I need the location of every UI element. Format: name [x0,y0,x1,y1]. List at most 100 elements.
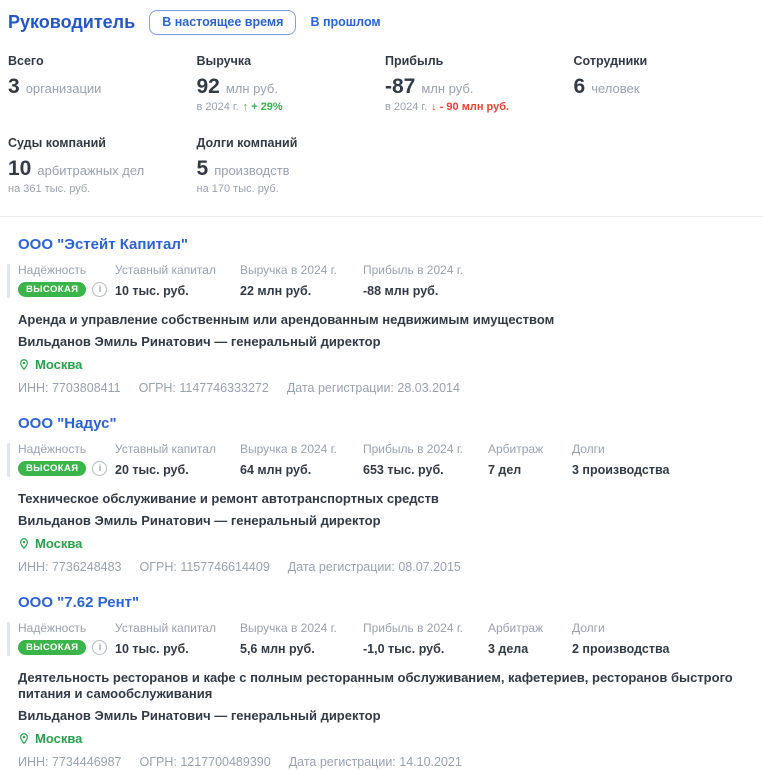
arbitration-column: Арбитраж 3 дела [488,621,572,657]
profit-column: Прибыль в 2024 г. -88 млн руб. [363,263,488,299]
header: Руководитель В настоящее время В прошлом [8,10,755,35]
stat-value-row: 5 производств [197,159,386,179]
stat-unit: человек [591,81,639,96]
stat-value-row: 6 человек [574,77,763,97]
city-label: Москва [35,536,82,552]
stat-value: 92 [197,77,220,97]
capital-column: Уставный капитал 10 тыс. руб. [115,621,240,657]
inn-value: ИНН: 7734446987 [18,755,122,770]
column-value: 2 производства [572,642,755,657]
stat-total: Всего 3 организации [8,54,197,114]
company-card: ООО "Надус" Надёжность ВЫСОКАЯ i Уставны… [8,414,755,575]
column-value: 10 тыс. руб. [115,642,240,657]
company-meta: ИНН: 7734446987 ОГРН: 1217700489390 Дата… [18,755,755,770]
column-label: Арбитраж [488,621,572,635]
stat-value-row: -87 млн руб. [385,77,574,97]
stat-profit: Прибыль -87 млн руб. в 2024 г. ↓ - 90 мл… [385,54,574,114]
company-name-link[interactable]: ООО "Эстейт Капитал" [18,235,188,254]
stat-value: 3 [8,77,20,97]
column-label: Выручка в 2024 г. [240,621,363,635]
company-meta: ИНН: 7736248483 ОГРН: 1157746614409 Дата… [18,560,755,575]
filter-past-link[interactable]: В прошлом [310,15,380,29]
capital-column: Уставный капитал 10 тыс. руб. [115,263,240,299]
location-pin-icon [18,732,30,745]
location-pin-icon [18,358,30,371]
column-label: Прибыль в 2024 г. [363,442,488,456]
company-location-link[interactable]: Москва [18,357,82,373]
person-text: Вильданов Эмиль Ринатович — генеральный … [18,334,755,350]
column-label: Прибыль в 2024 г. [363,621,488,635]
stat-unit: млн руб. [226,81,278,96]
inn-value: ИНН: 7703808411 [18,381,121,396]
column-value: 7 дел [488,463,572,478]
column-label: Уставный капитал [115,263,240,277]
column-value: -88 млн руб. [363,284,488,299]
stat-value: 10 [8,159,31,179]
company-location-link[interactable]: Москва [18,536,82,552]
stat-sum: на 361 тыс. руб. [8,183,197,196]
location-pin-icon [18,537,30,550]
reliability-column: Надёжность ВЫСОКАЯ i [18,263,115,299]
ogrn-value: ОГРН: 1157746614409 [140,560,270,575]
stat-employees: Сотрудники 6 человек [574,54,763,114]
column-label: Прибыль в 2024 г. [363,263,488,277]
column-label: Надёжность [18,263,115,277]
activity-text: Деятельность ресторанов и кафе с полным … [18,670,755,702]
city-label: Москва [35,357,82,373]
stat-value-row: 10 арбитражных дел [8,159,197,179]
stat-label: Долги компаний [197,136,386,151]
company-stats-row: Надёжность ВЫСОКАЯ i Уставный капитал 20… [18,442,755,478]
info-icon[interactable]: i [92,461,107,476]
person-text: Вильданов Эмиль Ринатович — генеральный … [18,708,755,724]
reg-date-value: Дата регистрации: 14.10.2021 [289,755,462,770]
column-value: 64 млн руб. [240,463,363,478]
column-value: 20 тыс. руб. [115,463,240,478]
inn-value: ИНН: 7736248483 [18,560,122,575]
company-location-link[interactable]: Москва [18,731,82,747]
column-label: Надёжность [18,621,115,635]
company-name-link[interactable]: ООО "7.62 Рент" [18,593,139,612]
stat-value: 6 [574,77,586,97]
ogrn-value: ОГРН: 1217700489390 [140,755,271,770]
stat-sum-text: на 361 тыс. руб. [8,183,90,196]
column-value: 10 тыс. руб. [115,284,240,299]
column-value: 22 млн руб. [240,284,363,299]
summary-row-2: Суды компаний 10 арбитражных дел на 361 … [8,136,755,196]
revenue-column: Выручка в 2024 г. 64 млн руб. [240,442,363,478]
filter-current-button[interactable]: В настоящее время [149,10,296,35]
column-value: 3 производства [572,463,755,478]
reliability-value-row: ВЫСОКАЯ i [18,640,115,656]
summary-row-1: Всего 3 организации Выручка 92 млн руб. … [8,54,755,114]
reliability-badge: ВЫСОКАЯ [18,461,86,477]
info-icon[interactable]: i [92,282,107,297]
revenue-column: Выручка в 2024 г. 22 млн руб. [240,263,363,299]
stat-debts: Долги компаний 5 производств на 170 тыс.… [197,136,386,196]
stat-unit: организации [26,81,102,96]
column-label: Долги [572,621,755,635]
column-label: Выручка в 2024 г. [240,263,363,277]
column-value: 3 дела [488,642,572,657]
column-label: Долги [572,442,755,456]
reg-date-value: Дата регистрации: 28.03.2014 [287,381,460,396]
company-stats-row: Надёжность ВЫСОКАЯ i Уставный капитал 10… [18,621,755,657]
stat-label: Прибыль [385,54,574,69]
company-stats-row: Надёжность ВЫСОКАЯ i Уставный капитал 10… [18,263,755,299]
column-value: -1,0 тыс. руб. [363,642,488,657]
stat-unit: арбитражных дел [37,163,144,178]
ceo-companies-panel: Руководитель В настоящее время В прошлом… [0,0,763,770]
company-meta: ИНН: 7703808411 ОГРН: 1147746333272 Дата… [18,381,755,396]
stat-unit: млн руб. [421,81,473,96]
stat-trend: в 2024 г. ↓ - 90 млн руб. [385,101,574,114]
company-name-link[interactable]: ООО "Надус" [18,414,117,433]
reliability-badge: ВЫСОКАЯ [18,282,86,298]
capital-column: Уставный капитал 20 тыс. руб. [115,442,240,478]
info-icon[interactable]: i [92,640,107,655]
stat-revenue: Выручка 92 млн руб. в 2024 г. ↑ + 29% [197,54,386,114]
profit-column: Прибыль в 2024 г. 653 тыс. руб. [363,442,488,478]
reliability-column: Надёжность ВЫСОКАЯ i [18,442,115,478]
column-value: 5,6 млн руб. [240,642,363,657]
stat-sum: на 170 тыс. руб. [197,183,386,196]
column-label: Надёжность [18,442,115,456]
stat-trend: в 2024 г. ↑ + 29% [197,101,386,114]
company-card: ООО "Эстейт Капитал" Надёжность ВЫСОКАЯ … [8,235,755,396]
